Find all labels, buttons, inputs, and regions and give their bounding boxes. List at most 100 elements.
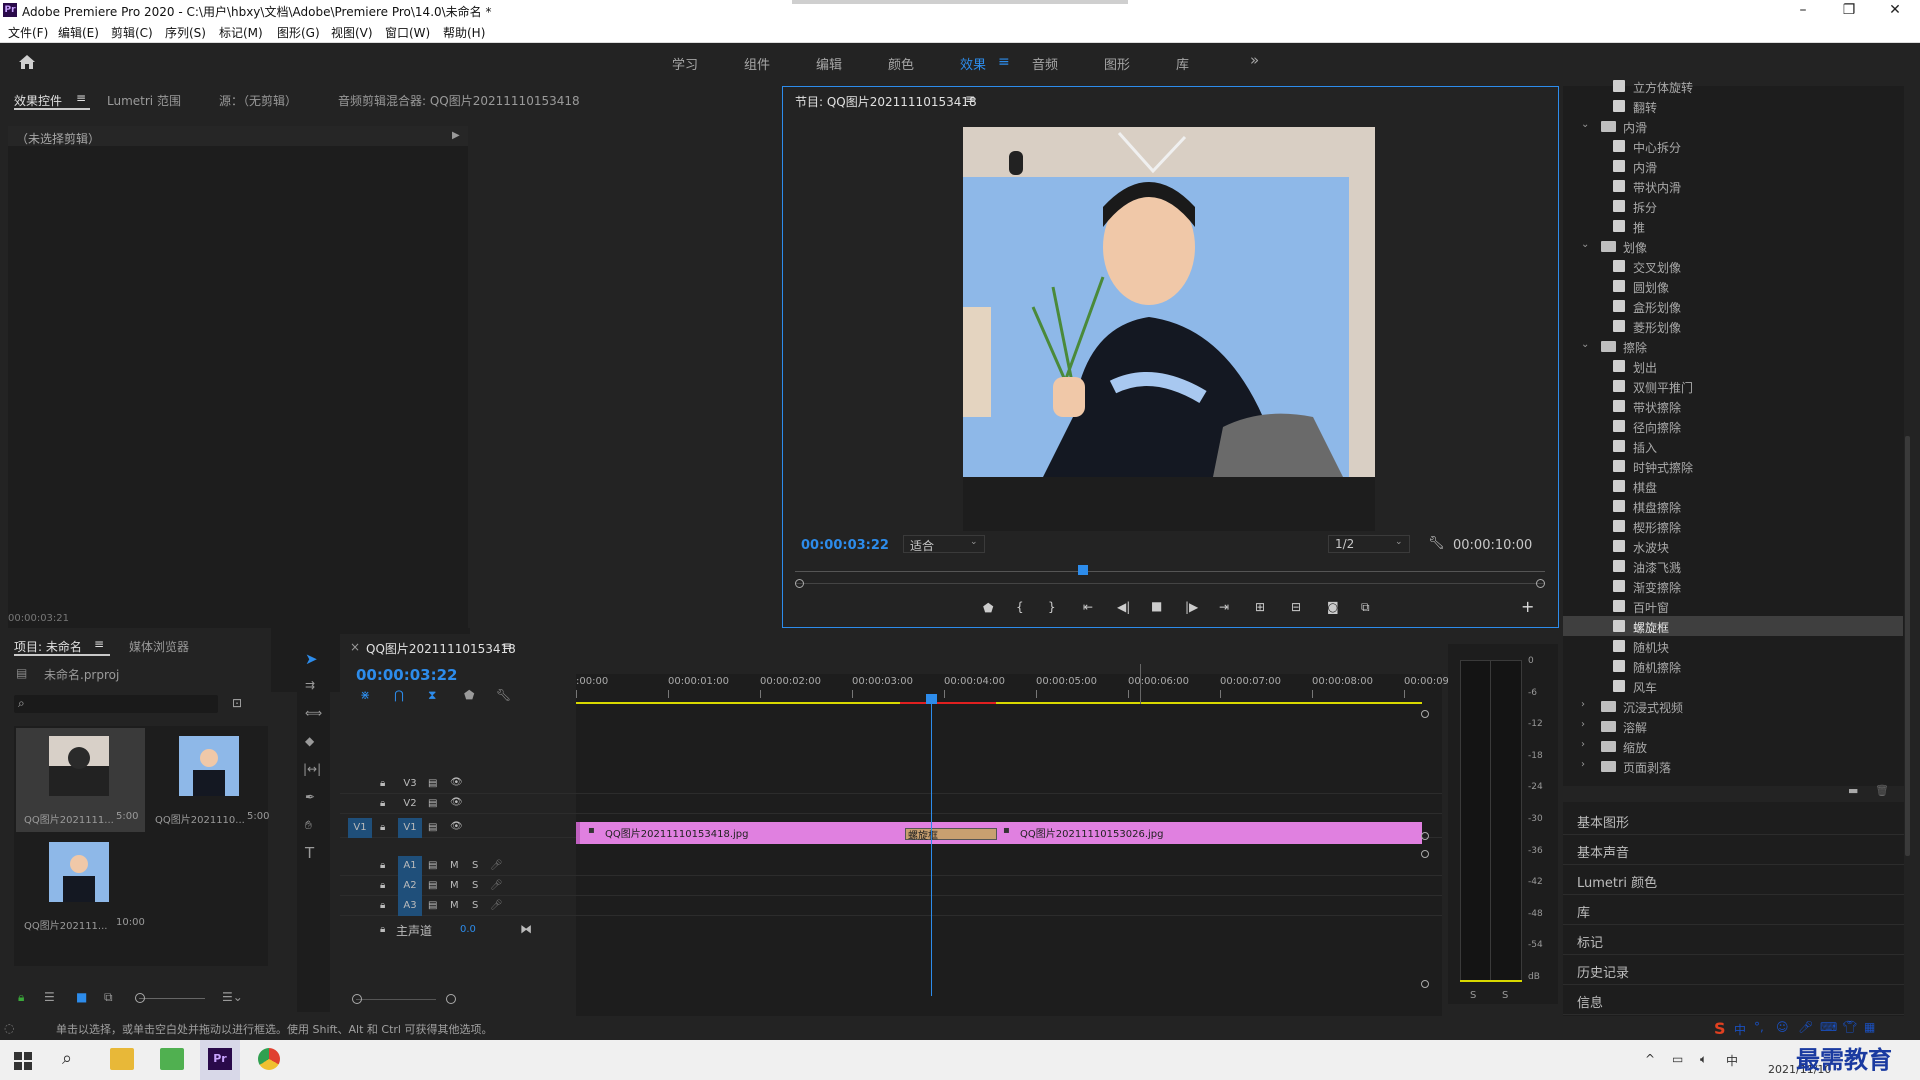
solo-button[interactable]: S <box>472 860 478 871</box>
tab-project[interactable]: 项目: 未命名 <box>14 638 82 655</box>
workspace-audio[interactable]: 音频 <box>1032 54 1058 73</box>
slip-tool-icon[interactable]: |↔| <box>303 762 321 776</box>
timeline-tab[interactable]: QQ图片20211110153418 <box>366 640 516 657</box>
solo-right-button[interactable]: S <box>1502 990 1508 1001</box>
mute-button[interactable]: M <box>450 900 459 911</box>
punctuation-icon[interactable]: °, <box>1754 1020 1764 1034</box>
vscroll-handle-top[interactable] <box>1421 710 1429 718</box>
side-panel-item[interactable]: 标记 <box>1577 932 1603 951</box>
effect-folder[interactable]: › 页面剥落 <box>1563 756 1903 776</box>
workspace-graphics[interactable]: 图形 <box>1104 54 1130 73</box>
extract-icon[interactable]: ⊟ <box>1291 600 1301 614</box>
maximize-button[interactable]: ❐ <box>1826 1 1872 20</box>
mic-icon[interactable]: 🎤︎ <box>490 900 503 911</box>
mark-in-icon[interactable]: { <box>1016 600 1024 614</box>
side-panel-item[interactable]: 历史记录 <box>1577 962 1629 981</box>
side-panel-item[interactable]: 库 <box>1577 902 1590 921</box>
wrench-icon[interactable]: 🔧︎ <box>1428 536 1445 551</box>
effect-item[interactable]: 水波块 <box>1563 536 1903 556</box>
track-target[interactable]: V1 <box>398 818 422 838</box>
mic-icon[interactable]: 🎤︎ <box>1798 1020 1813 1034</box>
search-taskbar-icon[interactable]: ⌕ <box>62 1048 72 1069</box>
effect-item[interactable]: 径向擦除 <box>1563 416 1903 436</box>
go-to-in-icon[interactable]: ⇤ <box>1083 600 1093 614</box>
effect-item[interactable]: 棋盘擦除 <box>1563 496 1903 516</box>
list-view-icon[interactable]: ☰ <box>44 990 55 1004</box>
selection-tool-icon[interactable]: ➤ <box>305 650 318 668</box>
zoom-slider-thumb[interactable] <box>135 993 145 1003</box>
track-target[interactable]: A3 <box>398 896 422 916</box>
effect-item[interactable]: 带状擦除 <box>1563 396 1903 416</box>
program-timecode[interactable]: 00:00:03:22 <box>801 538 889 553</box>
effect-item[interactable]: 双侧平推门 <box>1563 376 1903 396</box>
zoom-slider[interactable] <box>139 998 205 999</box>
hscroll-handle-right[interactable] <box>446 994 456 1004</box>
effect-item[interactable]: 楔形擦除 <box>1563 516 1903 536</box>
program-playhead[interactable] <box>1078 565 1088 575</box>
effect-item[interactable]: 推 <box>1563 216 1903 236</box>
add-button-icon[interactable]: + <box>1521 597 1534 616</box>
stop-icon[interactable]: ■ <box>1151 599 1162 613</box>
program-menu-icon[interactable]: ≡ <box>965 92 975 106</box>
track-lock-icon[interactable]: 🔒︎ <box>380 880 385 891</box>
mute-button[interactable]: M <box>450 880 459 891</box>
sort-icon[interactable]: ☰⌄ <box>222 990 243 1004</box>
chrome-icon[interactable] <box>258 1048 280 1070</box>
hscroll-bar[interactable] <box>356 999 436 1000</box>
keyboard-icon[interactable]: ⌨ <box>1820 1020 1837 1034</box>
razor-tool-icon[interactable]: ◆ <box>305 734 314 748</box>
timeline-timecode[interactable]: 00:00:03:22 <box>356 666 458 684</box>
workspace-more-icon[interactable]: » <box>1250 51 1259 69</box>
menu-help[interactable]: 帮助(H) <box>443 24 485 41</box>
minimize-button[interactable]: – <box>1780 1 1826 20</box>
effect-item[interactable]: 圆划像 <box>1563 276 1903 296</box>
effect-item[interactable]: 盒形划像 <box>1563 296 1903 316</box>
solo-left-button[interactable]: S <box>1470 990 1476 1001</box>
effect-item[interactable]: 划出 <box>1563 356 1903 376</box>
resolution-dropdown[interactable]: 1/2 ⌄ <box>1328 535 1410 553</box>
hscroll-handle-left[interactable] <box>352 994 362 1004</box>
track-target[interactable]: V3 <box>398 774 422 794</box>
icon-view-icon[interactable]: ■ <box>76 990 87 1004</box>
workspace-assembly[interactable]: 组件 <box>744 54 770 73</box>
program-tab[interactable]: 节目: QQ图片20211110153418 <box>795 93 977 110</box>
vscroll-handle-mid[interactable] <box>1421 832 1429 840</box>
menu-graphics[interactable]: 图形(G) <box>277 24 320 41</box>
mic-icon[interactable]: 🎤︎ <box>490 880 503 891</box>
effect-item[interactable]: 风车 <box>1563 676 1903 696</box>
chevron-right-icon[interactable]: › <box>1581 759 1585 770</box>
effect-item[interactable]: 中心拆分 <box>1563 136 1903 156</box>
menu-window[interactable]: 窗口(W) <box>385 24 430 41</box>
effect-folder[interactable]: › 沉浸式视频 <box>1563 696 1903 716</box>
workspace-effects[interactable]: 效果 <box>960 54 986 73</box>
vscroll-handle-bottom[interactable] <box>1421 980 1429 988</box>
menu-clip[interactable]: 剪辑(C) <box>111 24 153 41</box>
project-item[interactable]: QQ图片202111... 10:00 <box>16 834 145 938</box>
effect-folder[interactable]: ⌄ 划像 <box>1563 236 1903 256</box>
tab-effect-controls-menu-icon[interactable]: ≡ <box>76 91 86 105</box>
project-item[interactable]: QQ图片2021110... 5:00 <box>147 728 269 832</box>
solo-button[interactable]: S <box>472 900 478 911</box>
step-forward-icon[interactable]: |▶ <box>1185 600 1198 614</box>
side-panel-item[interactable]: 信息 <box>1577 992 1603 1011</box>
lift-icon[interactable]: ⊞ <box>1255 600 1265 614</box>
ime-mode-text[interactable]: 中 <box>1734 1021 1746 1038</box>
file-explorer-icon[interactable] <box>110 1048 134 1070</box>
mute-button[interactable]: M <box>450 860 459 871</box>
effect-item[interactable]: 拆分 <box>1563 196 1903 216</box>
chevron-right-icon[interactable]: › <box>1581 739 1585 750</box>
work-area-bar[interactable] <box>576 702 1422 704</box>
effect-item[interactable]: 菱形划像 <box>1563 316 1903 336</box>
zoom-handle-right[interactable] <box>1536 579 1545 588</box>
add-marker-icon[interactable]: ⬟ <box>983 601 993 615</box>
chevron-down-icon[interactable]: ⌄ <box>1581 339 1589 350</box>
effect-folder[interactable]: › 溶解 <box>1563 716 1903 736</box>
track-sync-icon[interactable]: ▤ <box>428 860 437 871</box>
side-panel-item[interactable]: 基本声音 <box>1577 842 1629 861</box>
step-back-icon[interactable]: ◀| <box>1117 600 1130 614</box>
track-sync-icon[interactable]: ▤ <box>428 798 437 809</box>
tab-media-browser[interactable]: 媒体浏览器 <box>129 638 189 655</box>
effect-item[interactable]: 渐变擦除 <box>1563 576 1903 596</box>
effect-item[interactable]: 立方体旋转 <box>1563 76 1903 96</box>
project-menu-icon[interactable]: ≡ <box>94 637 104 651</box>
